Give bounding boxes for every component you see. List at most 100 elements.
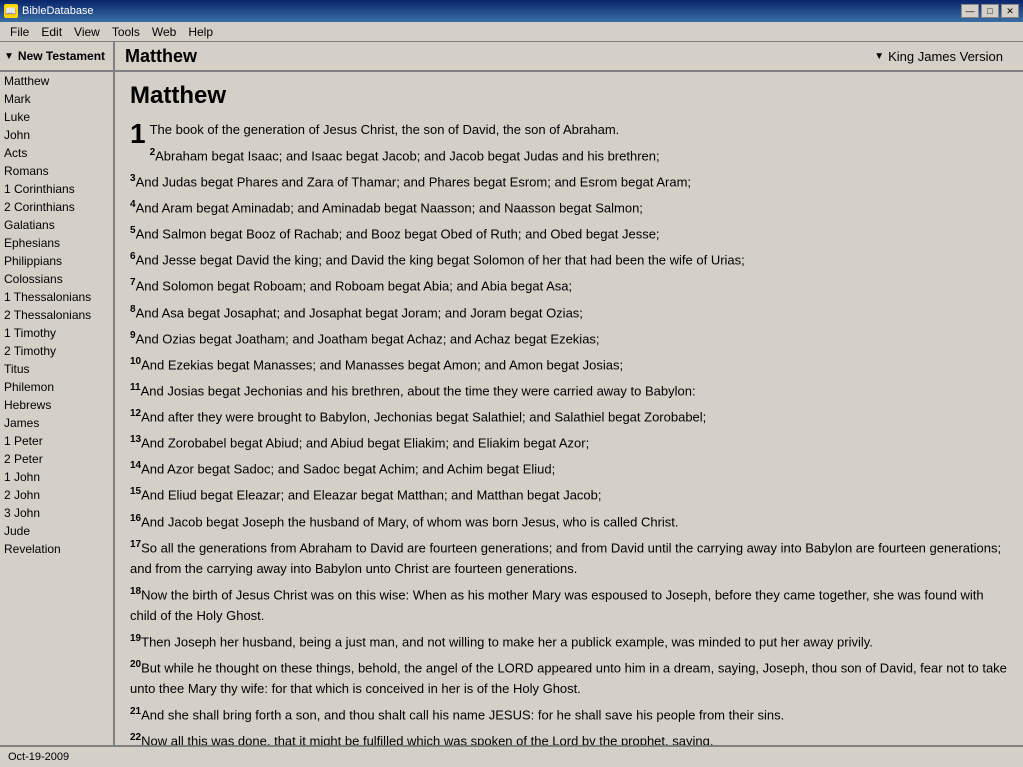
verse-number: 16 [130, 513, 141, 524]
version-label: King James Version [888, 49, 1003, 64]
verse-line: 22Now all this was done, that it might b… [130, 730, 1008, 745]
verse-line: 16And Jacob begat Joseph the husband of … [130, 511, 1008, 533]
verse-line: 19Then Joseph her husband, being a just … [130, 631, 1008, 653]
sidebar-item[interactable]: James [0, 414, 113, 432]
menu-edit[interactable]: Edit [35, 23, 68, 41]
verse-number: 6 [130, 251, 136, 262]
main-layout: MatthewMarkLukeJohnActsRomans1 Corinthia… [0, 72, 1023, 745]
verse-line: 2Abraham begat Isaac; and Isaac begat Ja… [130, 145, 1008, 167]
verse-line: 12And after they were brought to Babylon… [130, 406, 1008, 428]
testament-arrow-icon: ▼ [4, 51, 14, 62]
verse-number: 13 [130, 434, 141, 445]
verse-line: 10And Ezekias begat Manasses; and Manass… [130, 354, 1008, 376]
verse-line: 9And Ozias begat Joatham; and Joatham be… [130, 328, 1008, 350]
sidebar[interactable]: MatthewMarkLukeJohnActsRomans1 Corinthia… [0, 72, 115, 745]
statusbar: Oct-19-2009 [0, 745, 1023, 767]
version-arrow-icon: ▼ [874, 51, 884, 62]
menu-tools[interactable]: Tools [106, 23, 146, 41]
verse-number: 9 [130, 330, 136, 341]
sidebar-item[interactable]: Ephesians [0, 234, 113, 252]
menu-web[interactable]: Web [146, 23, 182, 41]
sidebar-item[interactable]: Philippians [0, 252, 113, 270]
verse-number: 2 [150, 147, 156, 158]
sidebar-item[interactable]: 2 John [0, 486, 113, 504]
sidebar-item[interactable]: Matthew [0, 72, 113, 90]
sidebar-item[interactable]: 2 Peter [0, 450, 113, 468]
status-date: Oct-19-2009 [8, 751, 69, 763]
verse-line: 4And Aram begat Aminadab; and Aminadab b… [130, 197, 1008, 219]
verse-line: 20But while he thought on these things, … [130, 657, 1008, 700]
verse-line: 18Now the birth of Jesus Christ was on t… [130, 584, 1008, 627]
menu-help[interactable]: Help [182, 23, 219, 41]
app-icon: 📖 [4, 4, 18, 18]
verse-number: 19 [130, 633, 141, 644]
sidebar-item[interactable]: Luke [0, 108, 113, 126]
verse-number: 11 [130, 382, 141, 393]
verse-number: 8 [130, 304, 136, 315]
verse-line: 3And Judas begat Phares and Zara of Tham… [130, 171, 1008, 193]
titlebar: 📖 BibleDatabase — □ ✕ [0, 0, 1023, 22]
verse-number: 17 [130, 539, 141, 550]
verse-line: 21And she shall bring forth a son, and t… [130, 704, 1008, 726]
close-button[interactable]: ✕ [1001, 4, 1019, 18]
sidebar-item[interactable]: 2 Timothy [0, 342, 113, 360]
content-area[interactable]: Matthew 1The book of the generation of J… [115, 72, 1023, 745]
menubar: File Edit View Tools Web Help [0, 22, 1023, 42]
sidebar-item[interactable]: Mark [0, 90, 113, 108]
verse-number: 21 [130, 706, 141, 717]
sidebar-item[interactable]: 1 Thessalonians [0, 288, 113, 306]
sidebar-item[interactable]: 2 Thessalonians [0, 306, 113, 324]
verse-line: 14And Azor begat Sadoc; and Sadoc begat … [130, 458, 1008, 480]
menu-view[interactable]: View [68, 23, 106, 41]
verse-line: 8And Asa begat Josaphat; and Josaphat be… [130, 302, 1008, 324]
sidebar-item[interactable]: 2 Corinthians [0, 198, 113, 216]
sidebar-item[interactable]: 1 Peter [0, 432, 113, 450]
verse-number: 20 [130, 659, 141, 670]
verse-line: 5And Salmon begat Booz of Rachab; and Bo… [130, 223, 1008, 245]
titlebar-buttons: — □ ✕ [961, 4, 1019, 18]
verse-number: 10 [130, 356, 141, 367]
sidebar-item[interactable]: Romans [0, 162, 113, 180]
header-bar: ▼ New Testament Matthew ▼ King James Ver… [0, 42, 1023, 72]
sidebar-item[interactable]: John [0, 126, 113, 144]
sidebar-item[interactable]: 3 John [0, 504, 113, 522]
content-chapter-title: Matthew [130, 82, 1008, 110]
titlebar-left: 📖 BibleDatabase [4, 4, 94, 18]
sidebar-item[interactable]: Revelation [0, 540, 113, 558]
verse-line: 11And Josias begat Jechonias and his bre… [130, 380, 1008, 402]
titlebar-title: BibleDatabase [22, 5, 94, 17]
sidebar-item[interactable]: Philemon [0, 378, 113, 396]
verse-number: 4 [130, 199, 136, 210]
version-selector[interactable]: ▼ King James Version [854, 49, 1023, 64]
sidebar-item[interactable]: Colossians [0, 270, 113, 288]
menu-file[interactable]: File [4, 23, 35, 41]
verse-container: 1The book of the generation of Jesus Chr… [130, 120, 1008, 745]
sidebar-item[interactable]: Titus [0, 360, 113, 378]
verse-number: 7 [130, 277, 136, 288]
minimize-button[interactable]: — [961, 4, 979, 18]
verse-line: 13And Zorobabel begat Abiud; and Abiud b… [130, 432, 1008, 454]
sidebar-item[interactable]: 1 John [0, 468, 113, 486]
verse-line: 6And Jesse begat David the king; and Dav… [130, 249, 1008, 271]
verse-number: 12 [130, 408, 141, 419]
verse-line: 7And Solomon begat Roboam; and Roboam be… [130, 275, 1008, 297]
chapter-title: Matthew [115, 46, 854, 67]
verse-line: 17So all the generations from Abraham to… [130, 537, 1008, 580]
testament-selector[interactable]: ▼ New Testament [0, 42, 115, 70]
sidebar-item[interactable]: Galatians [0, 216, 113, 234]
sidebar-item[interactable]: Jude [0, 522, 113, 540]
verse-number-large: 1 [130, 120, 146, 148]
verse-line: 15And Eliud begat Eleazar; and Eleazar b… [130, 484, 1008, 506]
sidebar-item[interactable]: 1 Corinthians [0, 180, 113, 198]
verse-number: 18 [130, 586, 141, 597]
verse-number: 15 [130, 486, 141, 497]
verse-number: 3 [130, 173, 136, 184]
sidebar-item[interactable]: Acts [0, 144, 113, 162]
testament-label: New Testament [18, 49, 105, 63]
verse-line: 1The book of the generation of Jesus Chr… [130, 120, 1008, 141]
verse-number: 22 [130, 732, 141, 743]
sidebar-item[interactable]: Hebrews [0, 396, 113, 414]
sidebar-item[interactable]: 1 Timothy [0, 324, 113, 342]
maximize-button[interactable]: □ [981, 4, 999, 18]
verse-number: 5 [130, 225, 136, 236]
